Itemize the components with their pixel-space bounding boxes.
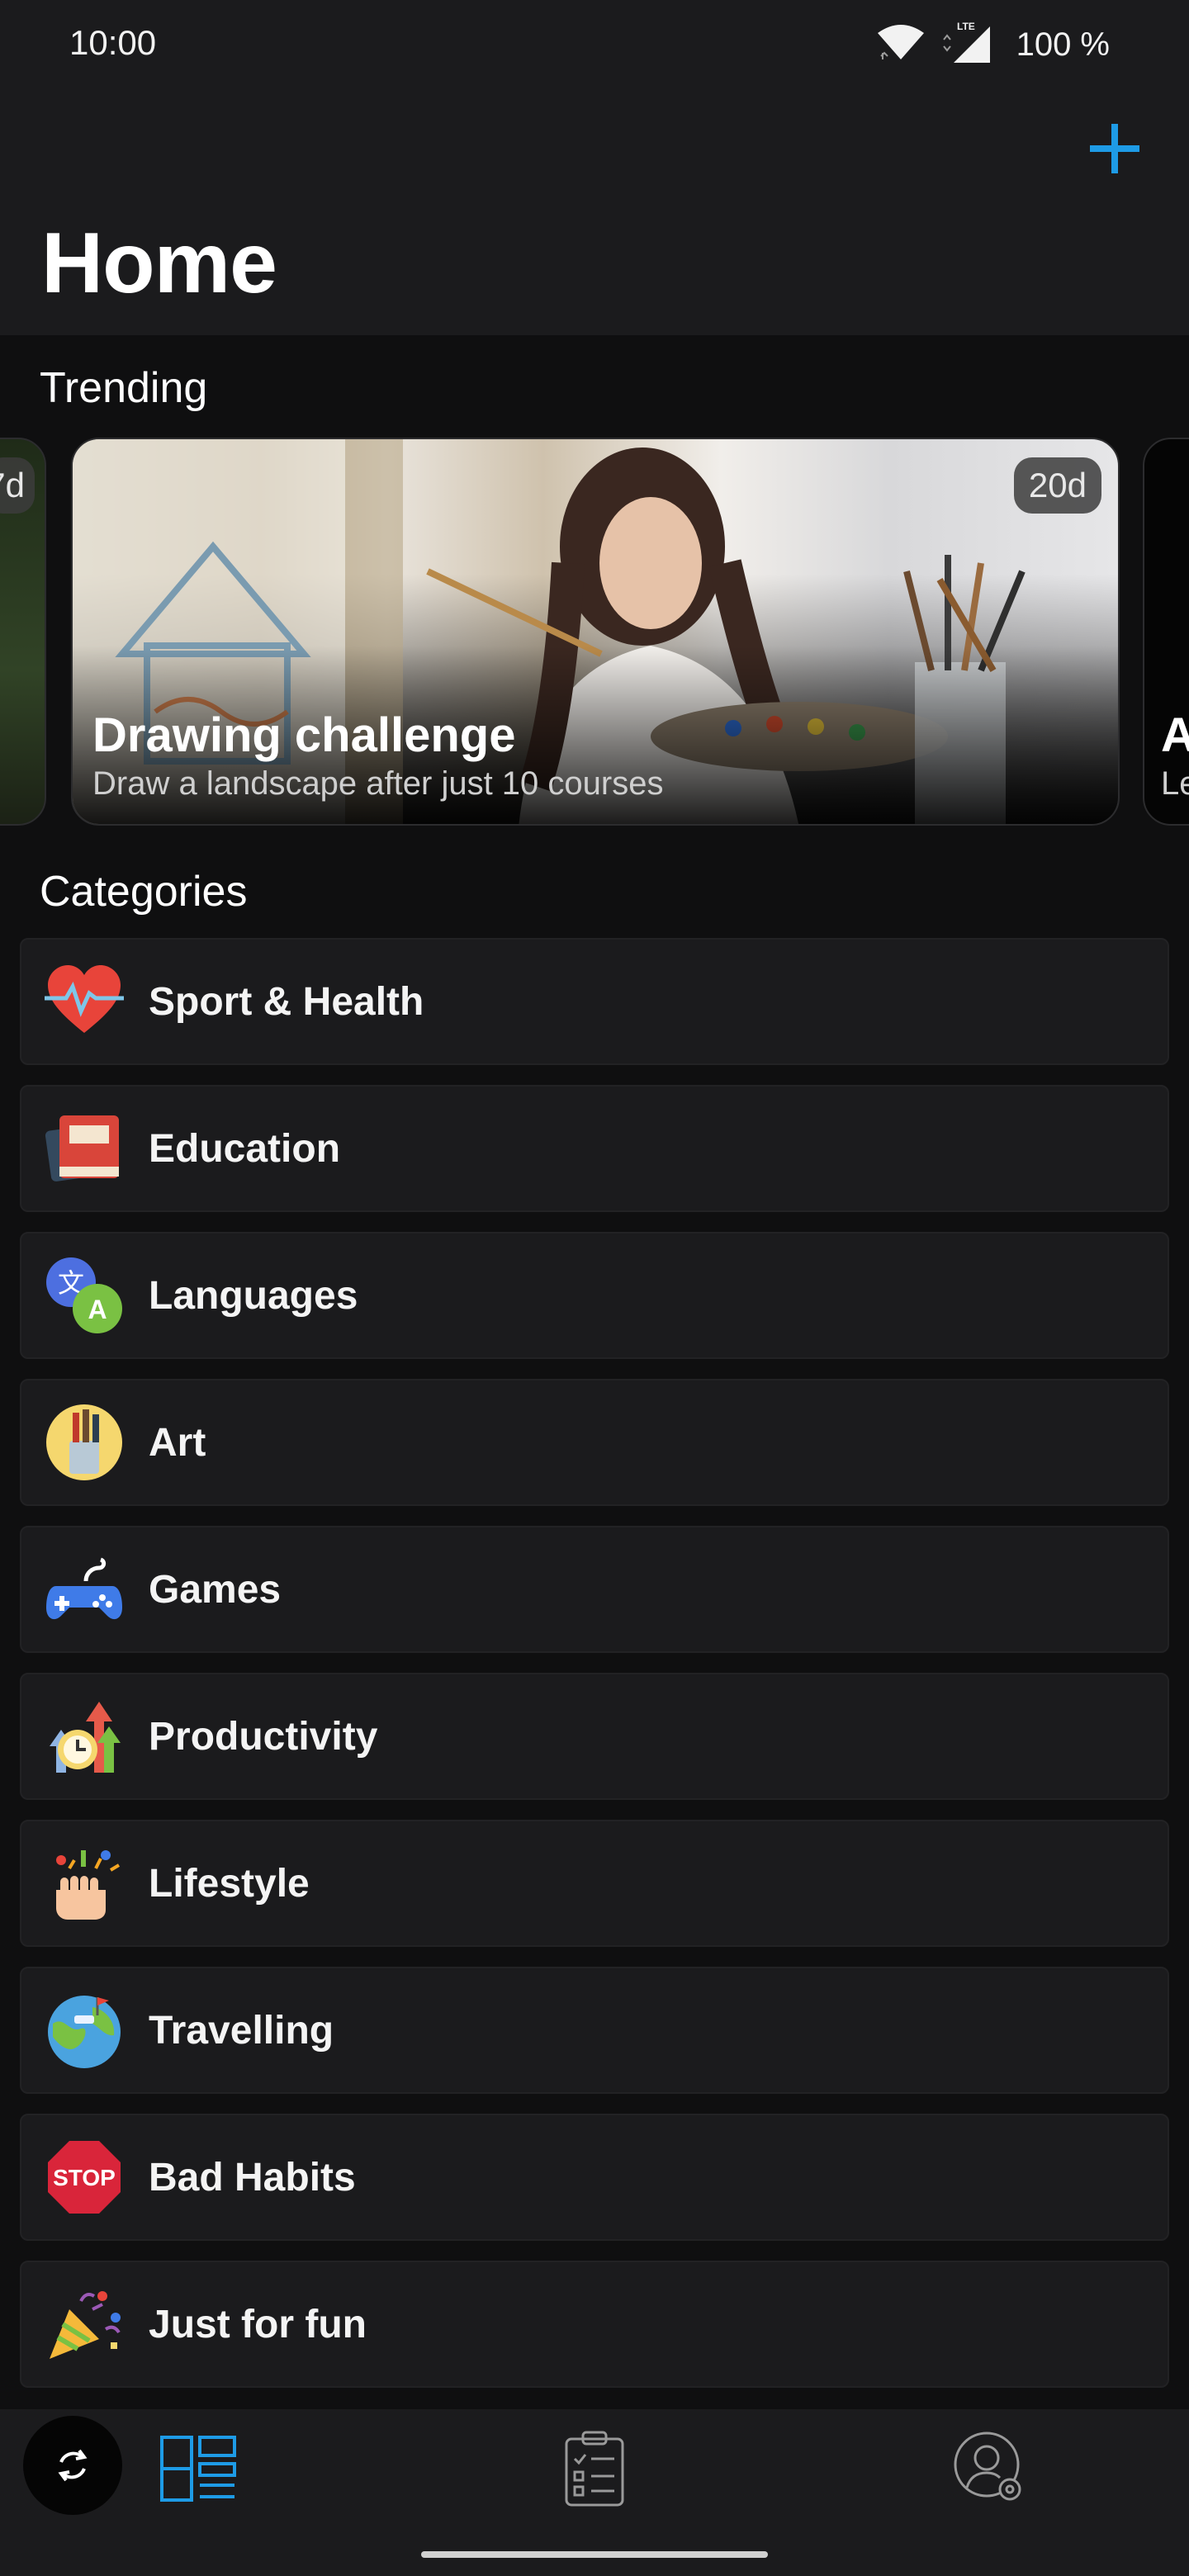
party-popper-icon <box>45 2285 124 2364</box>
network-type-label: LTE <box>957 21 975 32</box>
category-label: Languages <box>149 1273 358 1318</box>
days-badge: 7d <box>0 457 35 514</box>
card-title: A <box>1161 708 1189 763</box>
categories-title: Categories <box>40 868 248 916</box>
category-item-bad-habits[interactable]: STOP Bad Habits <box>20 2114 1169 2241</box>
nav-tasks[interactable] <box>553 2427 636 2510</box>
category-label: Lifestyle <box>149 1861 310 1906</box>
paint-brushes-icon <box>45 1403 124 1482</box>
category-item-games[interactable]: Games <box>20 1526 1169 1653</box>
stop-sign-text: STOP <box>53 2165 116 2190</box>
clock-arrows-icon <box>45 1697 124 1776</box>
card-subtitle: Draw a landscape after just 10 courses <box>92 765 664 802</box>
svg-text:A: A <box>88 1295 107 1324</box>
cell-signal-icon: LTE <box>940 21 993 69</box>
trending-carousel[interactable]: 7d <box>0 438 1189 826</box>
status-time: 10:00 <box>69 23 157 62</box>
profile-settings-icon <box>954 2432 1021 2501</box>
bottom-navigation <box>0 2409 1189 2576</box>
translate-icon: 文 A <box>45 1256 124 1335</box>
refresh-button[interactable] <box>23 2416 122 2515</box>
clipboard-checklist-icon <box>565 2431 624 2507</box>
status-icons: LTE 100 % <box>876 21 1110 68</box>
battery-label: 100 % <box>1016 26 1110 63</box>
trending-card-next[interactable]: A Le <box>1143 438 1189 826</box>
category-item-productivity[interactable]: Productivity <box>20 1673 1169 1800</box>
category-item-education[interactable]: Education <box>20 1085 1169 1212</box>
days-badge: 20d <box>1013 457 1101 514</box>
category-label: Productivity <box>149 1714 378 1759</box>
trending-card-drawing-challenge[interactable]: 20d Drawing challenge Draw a landscape a… <box>71 438 1120 826</box>
card-subtitle: Le <box>1161 765 1189 802</box>
trending-title: Trending <box>40 364 208 412</box>
category-item-sport-health[interactable]: Sport & Health <box>20 938 1169 1065</box>
category-label: Travelling <box>149 2008 334 2053</box>
plus-icon <box>1090 124 1139 173</box>
category-label: Sport & Health <box>149 979 424 1024</box>
nav-dashboard[interactable] <box>157 2427 239 2510</box>
wifi-icon <box>876 23 926 67</box>
category-item-travelling[interactable]: Travelling <box>20 1967 1169 2094</box>
heart-pulse-icon <box>45 962 124 1041</box>
category-item-art[interactable]: Art <box>20 1379 1169 1506</box>
stop-sign-icon: STOP <box>45 2138 124 2217</box>
home-screen: 10:00 LTE 100 % Home Trending d 20d Draw… <box>0 0 1189 2576</box>
category-item-languages[interactable]: 文 A Languages <box>20 1232 1169 1359</box>
dashboard-icon <box>160 2436 236 2502</box>
home-indicator[interactable] <box>421 2551 768 2558</box>
trending-card-previous[interactable]: 7d <box>0 438 46 826</box>
nav-profile-settings[interactable] <box>950 2427 1032 2510</box>
gamepad-icon <box>45 1550 124 1629</box>
category-label: Art <box>149 1420 206 1465</box>
header: Home <box>0 91 1189 335</box>
category-list: Sport & Health Education 文 A Languages A… <box>20 938 1169 2408</box>
page-title: Home <box>41 215 277 311</box>
refresh-icon <box>58 2449 88 2482</box>
card-title: Drawing challenge <box>92 708 516 762</box>
category-label: Bad Habits <box>149 2155 356 2200</box>
category-item-lifestyle[interactable]: Lifestyle <box>20 1820 1169 1947</box>
category-item-just-for-fun[interactable]: Just for fun <box>20 2261 1169 2388</box>
globe-icon <box>45 1991 124 2070</box>
confetti-hand-icon <box>45 1844 124 1923</box>
category-label: Education <box>149 1126 341 1171</box>
add-button[interactable] <box>1073 107 1156 190</box>
status-bar: 10:00 LTE 100 % <box>0 0 1189 91</box>
category-label: Games <box>149 1567 282 1612</box>
book-icon <box>45 1109 124 1188</box>
category-label: Just for fun <box>149 2302 367 2346</box>
